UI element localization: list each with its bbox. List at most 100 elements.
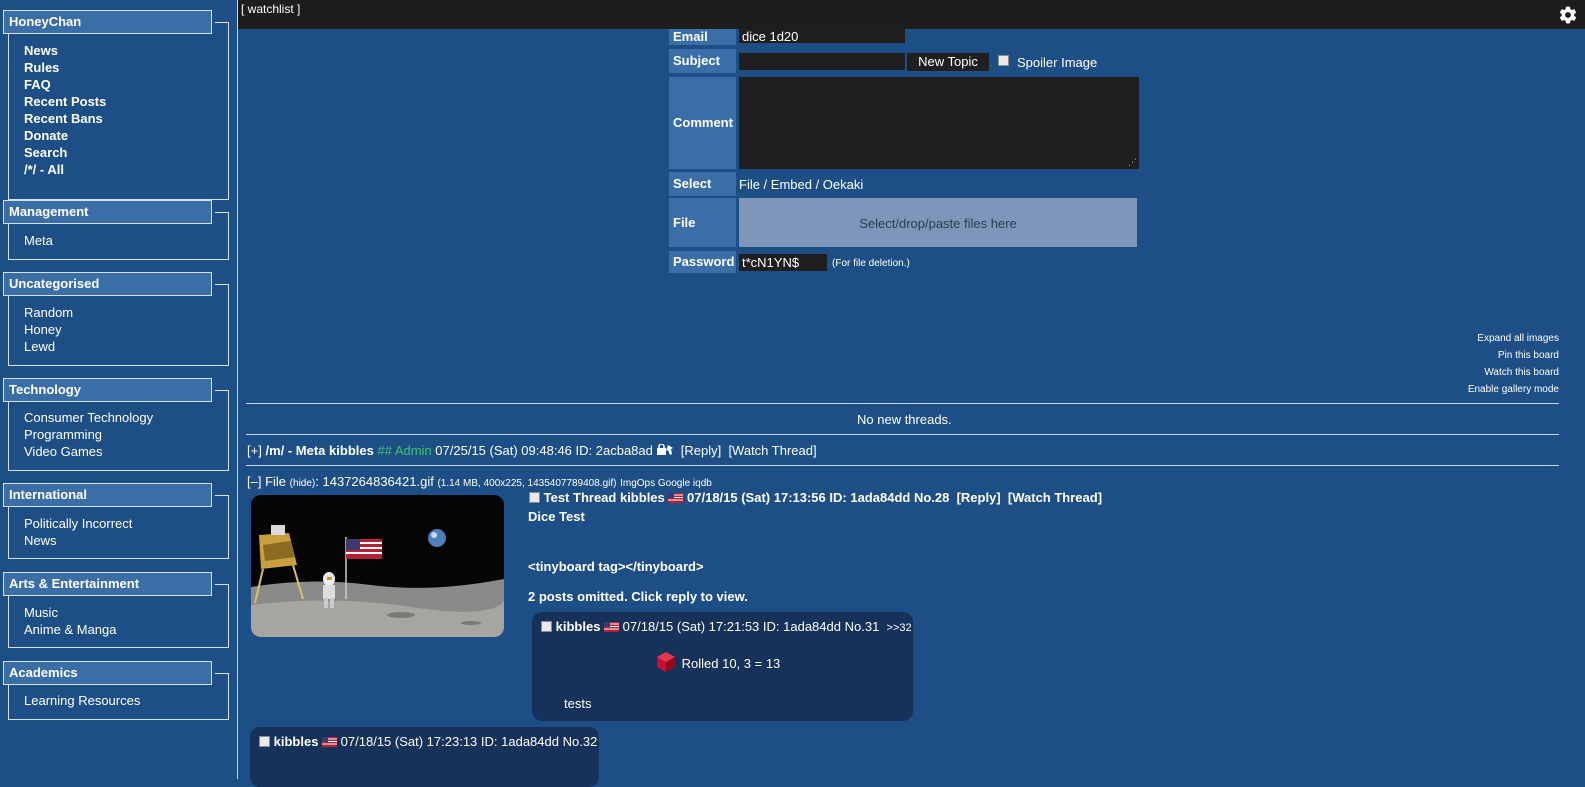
sidebar-item-consumer-technology[interactable]: Consumer Technology (24, 409, 153, 426)
sidebar-section-title[interactable]: Uncategorised (3, 272, 212, 296)
pinned-board-name[interactable]: /m/ - Meta (265, 443, 325, 458)
pin-board-link[interactable]: Pin this board (1498, 350, 1559, 361)
sidebar-item-news-intl[interactable]: News (24, 532, 132, 549)
subject-field[interactable] (739, 53, 905, 70)
us-flag-icon (604, 622, 620, 632)
pinned-thread-header: [+] /m/ - Meta kibbles ## Admin 07/25/15… (247, 443, 817, 458)
post-date: 07/18/15 (Sat) 17:13:56 (687, 490, 826, 505)
no-new-threads-notice: No new threads. (857, 412, 952, 427)
op-post-header: Test Thread kibbles 07/18/15 (Sat) 17:13… (529, 490, 1102, 505)
top-bar: [ watchlist ] (238, 0, 1585, 29)
sidebar-item-recent-posts[interactable]: Recent Posts (24, 93, 106, 110)
reply-link[interactable]: [Reply] (957, 490, 1001, 505)
omitted-posts-notice[interactable]: 2 posts omitted. Click reply to view. (528, 589, 748, 604)
email-label: Email (669, 29, 736, 45)
sidebar-section-title[interactable]: Management (3, 200, 212, 224)
post-select-checkbox[interactable] (259, 736, 270, 747)
watch-thread-link[interactable]: [Watch Thread] (728, 443, 816, 458)
password-note: (For file deletion.) (832, 258, 910, 269)
reply-header: kibbles 07/18/15 (Sat) 17:23:13 ID: 1ada… (259, 734, 597, 749)
divider (246, 403, 1559, 404)
sidebar-item-faq[interactable]: FAQ (24, 76, 106, 93)
post-number[interactable]: No.28 (914, 490, 949, 505)
divider (246, 434, 1559, 435)
post-select-checkbox[interactable] (529, 492, 540, 503)
file-name-link[interactable]: 1437264836421.gif (322, 474, 433, 489)
poster-id[interactable]: ID: 1ada84dd (481, 734, 559, 749)
poster-name: kibbles (329, 443, 374, 458)
comment-label: Comment (669, 77, 736, 169)
sidebar-section-title[interactable]: Technology (3, 378, 212, 402)
sidebar-item-honey[interactable]: Honey (24, 321, 73, 338)
post-number[interactable]: No.31 (845, 619, 880, 634)
sidebar-link-list: News Rules FAQ Recent Posts Recent Bans … (24, 42, 106, 178)
sidebar-section-title[interactable]: HoneyChan (3, 10, 212, 34)
sidebar-section-title[interactable]: Arts & Entertainment (3, 572, 212, 596)
sidebar-item-search[interactable]: Search (24, 144, 106, 161)
expand-thread-toggle[interactable]: [+] (247, 443, 262, 458)
file-dropzone[interactable]: Select/drop/paste files here (739, 198, 1137, 247)
poster-name: kibbles (273, 734, 319, 749)
email-field[interactable] (739, 29, 905, 43)
resize-grip-icon[interactable]: ⋰ (1128, 158, 1137, 167)
sidebar-item-news[interactable]: News (24, 42, 106, 59)
sidebar: HoneyChan News Rules FAQ Recent Posts Re… (0, 0, 238, 779)
dice-icon (657, 652, 675, 672)
backlink[interactable]: >>32 (887, 622, 912, 634)
sidebar-item-programming[interactable]: Programming (24, 426, 153, 443)
post-number[interactable]: No.32 (563, 734, 598, 749)
divider (246, 465, 1559, 466)
sidebar-item-donate[interactable]: Donate (24, 127, 106, 144)
sidebar-item-meta[interactable]: Meta (24, 232, 53, 249)
sidebar-link-list: Learning Resources (24, 692, 140, 709)
select-upload-mode[interactable]: File / Embed / Oekaki (739, 177, 863, 192)
sidebar-item-anime-manga[interactable]: Anime & Manga (24, 621, 117, 638)
poster-name: kibbles (619, 490, 665, 505)
sidebar-item-video-games[interactable]: Video Games (24, 443, 153, 460)
post-date: 07/25/15 (Sat) 09:48:46 (435, 443, 572, 458)
poster-id[interactable]: ID: 1ada84dd (763, 619, 841, 634)
sidebar-section-title[interactable]: International (3, 483, 212, 507)
gallery-mode-link[interactable]: Enable gallery mode (1468, 384, 1559, 395)
watch-thread-link[interactable]: [Watch Thread] (1008, 490, 1102, 505)
reply-link[interactable]: [Reply] (681, 443, 721, 458)
watchlist-link[interactable]: [ watchlist ] (241, 2, 300, 16)
comment-textarea[interactable]: ⋰ (739, 77, 1139, 169)
file-label: File (669, 198, 736, 247)
sidebar-link-list: Politically Incorrect News (24, 515, 132, 549)
moon-landing-image (251, 495, 504, 637)
sidebar-item-random[interactable]: Random (24, 304, 73, 321)
poster-id[interactable]: ID: 1ada84dd (829, 490, 910, 505)
watch-board-link[interactable]: Watch this board (1484, 367, 1559, 378)
sidebar-item-politically-incorrect[interactable]: Politically Incorrect (24, 515, 132, 532)
new-topic-button[interactable]: New Topic (907, 53, 989, 71)
select-label: Select (669, 172, 736, 196)
sidebar-item-recent-bans[interactable]: Recent Bans (24, 110, 106, 127)
expand-all-images-link[interactable]: Expand all images (1477, 333, 1559, 344)
poster-id[interactable]: ID: 2acba8ad (576, 443, 653, 458)
post-select-checkbox[interactable] (541, 621, 552, 632)
gear-icon[interactable] (1558, 5, 1578, 25)
sidebar-item-all-boards[interactable]: /*/ - All (24, 161, 106, 178)
password-field[interactable] (739, 254, 827, 271)
sidebar-item-rules[interactable]: Rules (24, 59, 106, 76)
file-label-text: File (265, 474, 287, 489)
thread-image[interactable] (251, 495, 504, 637)
file-info-line: [–] File (hide): 1437264836421.gif (1.14… (247, 474, 712, 489)
image-search-links[interactable]: ImgOps Google iqdb (620, 478, 712, 489)
subject-label: Subject (669, 49, 736, 73)
sidebar-item-music[interactable]: Music (24, 604, 117, 621)
collapse-thread-toggle[interactable]: [–] (247, 474, 261, 489)
spoiler-checkbox[interactable] (998, 55, 1009, 66)
sidebar-link-list: Consumer Technology Programming Video Ga… (24, 409, 153, 460)
reply-post: kibbles 07/18/15 (Sat) 17:23:13 ID: 1ada… (250, 727, 599, 787)
reply-header: kibbles 07/18/15 (Sat) 17:21:53 ID: 1ada… (541, 619, 912, 634)
spoiler-label: Spoiler Image (1017, 55, 1098, 70)
sidebar-item-learning-resources[interactable]: Learning Resources (24, 692, 140, 709)
hide-file-link[interactable]: (hide) (290, 478, 316, 489)
dice-result: Rolled 10, 3 = 13 (681, 656, 781, 671)
sidebar-item-lewd[interactable]: Lewd (24, 338, 73, 355)
admin-capcode: ## Admin (377, 443, 432, 458)
sidebar-section-title[interactable]: Academics (3, 661, 212, 685)
file-details: (1.14 MB, 400x225, 1435407789408.gif) (437, 478, 617, 489)
